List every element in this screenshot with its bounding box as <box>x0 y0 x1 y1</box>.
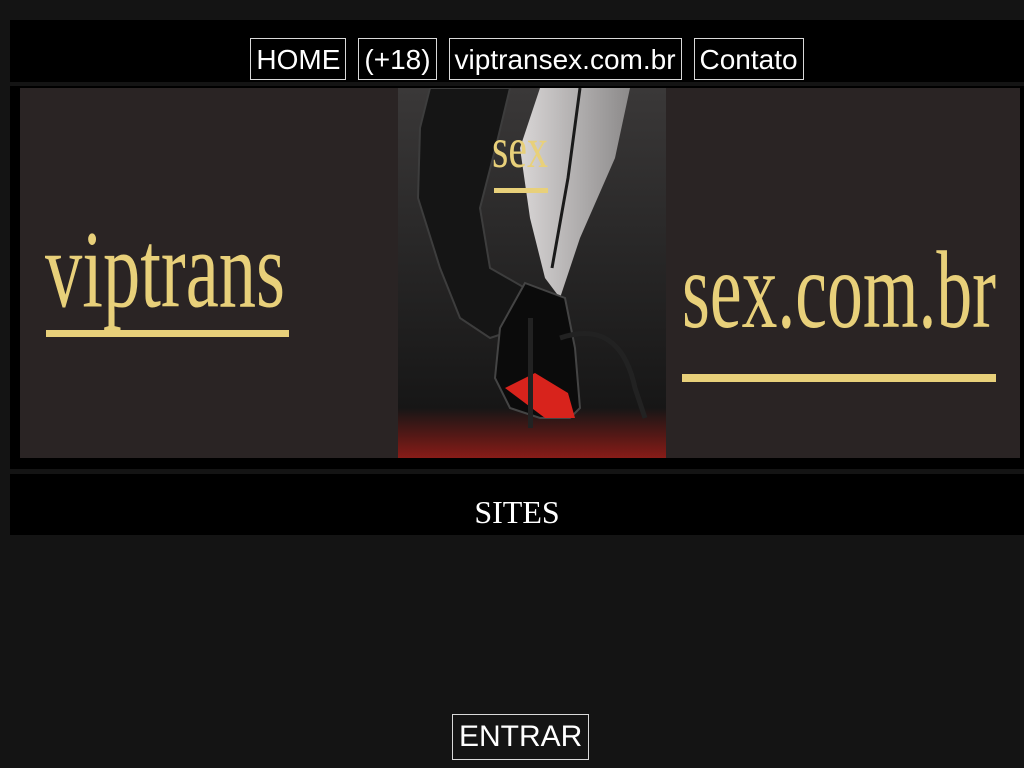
nav-contact-link[interactable]: Contato <box>693 38 804 80</box>
top-navigation-bar: HOME (+18) viptransex.com.br Contato <box>10 20 1024 82</box>
banner-center-underline <box>494 188 548 193</box>
nav-site-link[interactable]: viptransex.com.br <box>448 38 682 80</box>
sites-bar: SITES <box>10 474 1024 535</box>
nav-home-link[interactable]: HOME <box>250 38 347 80</box>
stiletto-heel <box>528 318 533 428</box>
banner-image: viptrans sex sex.com.br <box>20 88 1020 458</box>
banner-frame: viptrans sex sex.com.br <box>10 86 1024 469</box>
page: HOME (+18) viptransex.com.br Contato vip… <box>0 0 1024 768</box>
banner-center-text: sex <box>492 116 548 180</box>
banner-right-underline <box>682 374 996 382</box>
nav-adult-link[interactable]: (+18) <box>358 38 437 80</box>
banner-right-text: sex.com.br <box>682 230 996 352</box>
banner-left-text: viptrans <box>45 209 285 331</box>
sites-heading: SITES <box>474 494 560 530</box>
enter-button[interactable]: ENTRAR <box>452 714 590 760</box>
banner-left-underline <box>46 330 289 337</box>
main-nav: HOME (+18) viptransex.com.br Contato <box>10 38 1024 80</box>
banner-graphic: viptrans sex sex.com.br <box>20 88 1020 458</box>
